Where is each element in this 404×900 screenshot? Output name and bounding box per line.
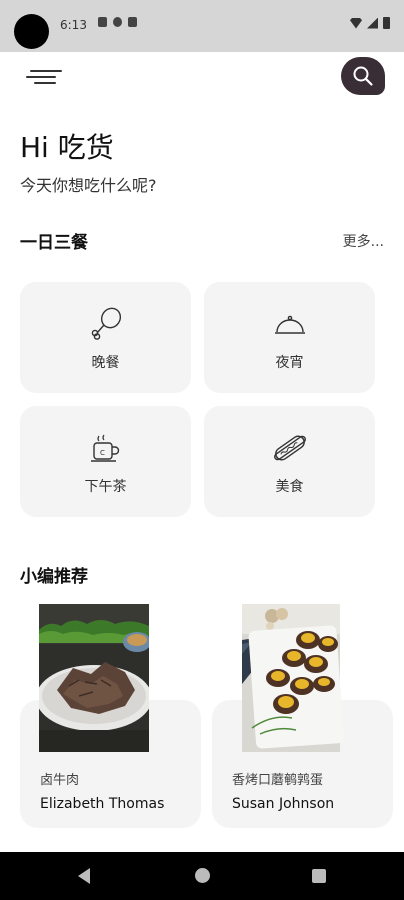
cloche-icon: [274, 315, 305, 334]
beef-photo: [39, 604, 149, 752]
recommend-dish-name: 香烤口蘑鹌鹑蛋: [232, 773, 324, 788]
status-time: 6:13: [60, 18, 87, 32]
signal-icon: [367, 17, 378, 29]
tea-cup-icon: C: [90, 434, 119, 462]
wifi-icon: [350, 17, 362, 29]
meal-card-food[interactable]: 美食: [204, 406, 375, 517]
hotdog-icon: [273, 435, 306, 461]
search-icon: [353, 66, 373, 86]
camera-cutout: [14, 14, 49, 49]
notification-icon: [98, 17, 107, 27]
notification-icon: [113, 17, 122, 27]
home-icon[interactable]: [195, 868, 210, 883]
greeting-subtitle: 今天你想吃什么呢?: [20, 176, 157, 195]
svg-text:C: C: [100, 449, 105, 457]
drumstick-icon: [91, 307, 121, 340]
meals-section-title: 一日三餐: [20, 233, 88, 253]
meal-card-label: 晚餐: [91, 355, 120, 371]
recommend-author: Elizabeth Thomas: [40, 796, 165, 812]
search-button[interactable]: [341, 57, 385, 95]
meal-card-dinner[interactable]: 晚餐: [20, 282, 191, 393]
sd-card-icon: [128, 17, 137, 27]
system-nav-bar: [0, 852, 404, 900]
greeting-title: Hi 吃货: [20, 131, 114, 164]
status-bar: 6:13: [0, 0, 404, 52]
battery-icon: [383, 17, 390, 29]
hamburger-menu-icon[interactable]: [26, 66, 64, 88]
recent-apps-icon[interactable]: [312, 869, 326, 883]
recommend-section-title: 小编推荐: [20, 567, 88, 587]
notification-icons: [98, 17, 137, 27]
recommend-author: Susan Johnson: [232, 796, 335, 812]
mushroom-egg-photo: [242, 604, 344, 752]
back-icon[interactable]: [78, 868, 90, 884]
meal-card-label: 美食: [275, 479, 304, 495]
meal-card-label: 夜宵: [275, 355, 304, 371]
system-icons: [350, 17, 390, 29]
meal-card-afternoon-tea[interactable]: C 下午茶: [20, 406, 191, 517]
meal-card-late-night[interactable]: 夜宵: [204, 282, 375, 393]
more-link[interactable]: 更多...: [343, 231, 384, 251]
meal-card-label: 下午茶: [84, 479, 127, 495]
recommend-dish-name: 卤牛肉: [40, 773, 80, 788]
